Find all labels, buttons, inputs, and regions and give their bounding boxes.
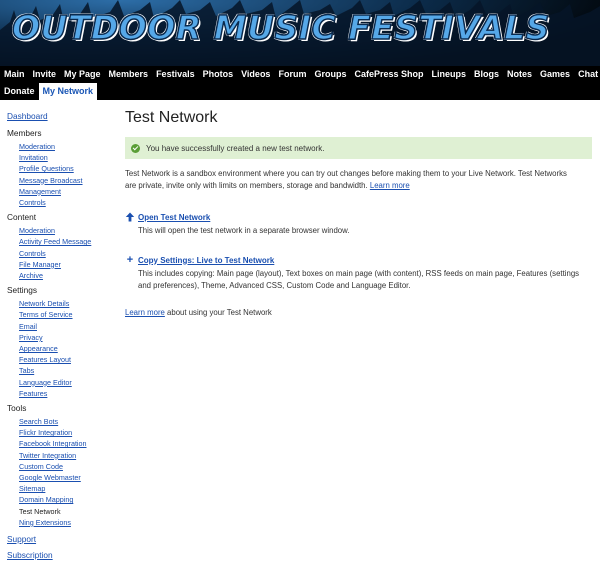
sidebar-content-list: Moderation Activity Feed Message Controls F… xyxy=(7,225,117,281)
sidebar-support-link[interactable]: Support xyxy=(7,531,117,547)
nav-tab-members[interactable]: Members xyxy=(105,66,153,83)
open-test-network-description: This will open the test network in a sep… xyxy=(138,226,350,235)
sidebar-item-tools-current: Test Network xyxy=(19,506,61,516)
sidebar-item-members-management[interactable]: Management xyxy=(7,186,117,197)
nav-tab-games[interactable]: Games xyxy=(536,66,574,83)
intro-paragraph: Test Network is a sandbox environment wh… xyxy=(125,168,575,192)
sidebar-item-tools-domain-mapping[interactable]: Domain Mapping xyxy=(7,494,117,505)
sidebar-item-members-controls[interactable]: Controls xyxy=(7,197,117,208)
sidebar-item-tools-flickr-integration[interactable]: Flickr Integration xyxy=(7,427,117,438)
sidebar-item-tools-custom-code[interactable]: Custom Code xyxy=(7,461,117,472)
page-title: Test Network xyxy=(125,109,218,126)
sidebar-item-content-file-manager[interactable]: File Manager xyxy=(7,259,117,270)
sidebar-heading-content: Content xyxy=(7,212,37,223)
sidebar-item-content-controls[interactable]: Controls xyxy=(7,248,117,259)
sidebar-item-content-archive[interactable]: Archive xyxy=(7,270,117,281)
sidebar-item-members-message-broadcast[interactable]: Message Broadcast xyxy=(7,175,117,186)
nav-tab-main[interactable]: Main xyxy=(0,66,29,83)
open-test-network-link[interactable]: Open Test Network xyxy=(138,213,210,222)
sidebar: Dashboard Members Moderation Invitation Pr… xyxy=(7,108,117,563)
sidebar-item-tools-ning-extensions[interactable]: Ning Extensions xyxy=(7,517,117,528)
main-content: Test Network You have successfully creat… xyxy=(125,108,595,317)
sidebar-heading-settings: Settings xyxy=(7,285,37,296)
nav-tab-cafepress-shop[interactable]: CafePress Shop xyxy=(350,66,427,83)
footer-learn-more-text: about using your Test Network xyxy=(164,308,272,317)
copy-settings-link[interactable]: Copy Settings: Live to Test Network xyxy=(138,256,274,265)
success-message-text: You have successfully created a new test… xyxy=(146,143,325,153)
nav-tab-lineups[interactable]: Lineups xyxy=(428,66,471,83)
nav-tab-notes[interactable]: Notes xyxy=(503,66,536,83)
sidebar-item-members-profile-questions[interactable]: Profile Questions xyxy=(7,163,117,174)
sidebar-members-list: Moderation Invitation Profile Questions Mes… xyxy=(7,141,117,208)
sidebar-subscription-link[interactable]: Subscription xyxy=(7,547,117,563)
sidebar-item-content-activity-feed-message[interactable]: Activity Feed Message xyxy=(7,236,117,247)
copy-settings-description: This includes copying: Main page (layout… xyxy=(138,269,580,290)
success-message-box: You have successfully created a new test… xyxy=(125,137,592,159)
sidebar-tools-list: Search Bots Flickr Integration Facebook In… xyxy=(7,416,117,528)
sidebar-item-members-moderation[interactable]: Moderation xyxy=(7,141,117,152)
nav-row-primary: Main Invite My Page Members Festivals Photos V… xyxy=(0,66,600,83)
plus-icon: + xyxy=(126,254,134,266)
nav-tab-festivals[interactable]: Festivals xyxy=(152,66,199,83)
site-header: OUTDOOR MUSIC FESTIVALS xyxy=(0,0,600,66)
sidebar-item-tools-sitemap[interactable]: Sitemap xyxy=(7,483,117,494)
nav-tab-my-page[interactable]: My Page xyxy=(60,66,105,83)
sidebar-heading-members: Members xyxy=(7,128,42,138)
sidebar-item-tools-twitter-integration[interactable]: Twitter Integration xyxy=(7,450,117,461)
sidebar-item-tools-google-webmaster[interactable]: Google Webmaster xyxy=(7,472,117,483)
nav-tab-donate[interactable]: Donate xyxy=(0,83,39,100)
sidebar-dashboard-link[interactable]: Dashboard xyxy=(7,108,117,124)
nav-tab-blogs[interactable]: Blogs xyxy=(470,66,503,83)
check-circle-icon xyxy=(131,143,140,153)
intro-text: Test Network is a sandbox environment wh… xyxy=(125,169,567,190)
sidebar-item-settings-terms-of-service[interactable]: Terms of Service xyxy=(7,309,117,320)
nav-tab-my-network[interactable]: My Network xyxy=(38,83,98,100)
sidebar-item-tools-search-bots[interactable]: Search Bots xyxy=(7,416,117,427)
sidebar-item-settings-features[interactable]: Features xyxy=(7,388,117,399)
sidebar-heading-tools: Tools xyxy=(7,403,27,414)
nav-tab-forum[interactable]: Forum xyxy=(274,66,310,83)
sidebar-item-settings-tabs[interactable]: Tabs xyxy=(7,365,117,376)
nav-tab-videos[interactable]: Videos xyxy=(237,66,274,83)
arrow-up-icon xyxy=(125,212,135,222)
sidebar-item-settings-privacy[interactable]: Privacy xyxy=(7,332,117,343)
intro-learn-more-link[interactable]: Learn more xyxy=(370,181,410,190)
nav-tab-invite[interactable]: Invite xyxy=(29,66,61,83)
sidebar-item-settings-email[interactable]: Email xyxy=(7,321,117,332)
sidebar-item-settings-language-editor[interactable]: Language Editor xyxy=(7,377,117,388)
sidebar-item-settings-appearance[interactable]: Appearance xyxy=(7,343,117,354)
sidebar-settings-list: Network Details Terms of Service Email Priv… xyxy=(7,298,117,399)
sidebar-item-settings-features-layout[interactable]: Features Layout xyxy=(7,354,117,365)
sidebar-item-content-moderation[interactable]: Moderation xyxy=(7,225,117,236)
nav-tab-photos[interactable]: Photos xyxy=(199,66,238,83)
open-test-network-section: Open Test Network This will open the tes… xyxy=(125,212,595,237)
copy-settings-section: + Copy Settings: Live to Test Network Th… xyxy=(125,255,595,292)
learn-more-footer: Learn more about using your Test Network xyxy=(125,308,595,317)
nav-row-secondary: Donate My Network xyxy=(0,83,98,100)
nav-tab-groups[interactable]: Groups xyxy=(310,66,350,83)
sidebar-item-members-invitation[interactable]: Invitation xyxy=(7,152,117,163)
footer-learn-more-link[interactable]: Learn more xyxy=(125,308,165,317)
nav-tab-chat[interactable]: Chat xyxy=(574,66,600,83)
sidebar-item-settings-network-details[interactable]: Network Details xyxy=(7,298,117,309)
site-logo-title[interactable]: OUTDOOR MUSIC FESTIVALS xyxy=(11,7,550,48)
sidebar-item-tools-facebook-integration[interactable]: Facebook Integration xyxy=(7,438,117,449)
main-navigation: Main Invite My Page Members Festivals Photos V… xyxy=(0,66,600,100)
